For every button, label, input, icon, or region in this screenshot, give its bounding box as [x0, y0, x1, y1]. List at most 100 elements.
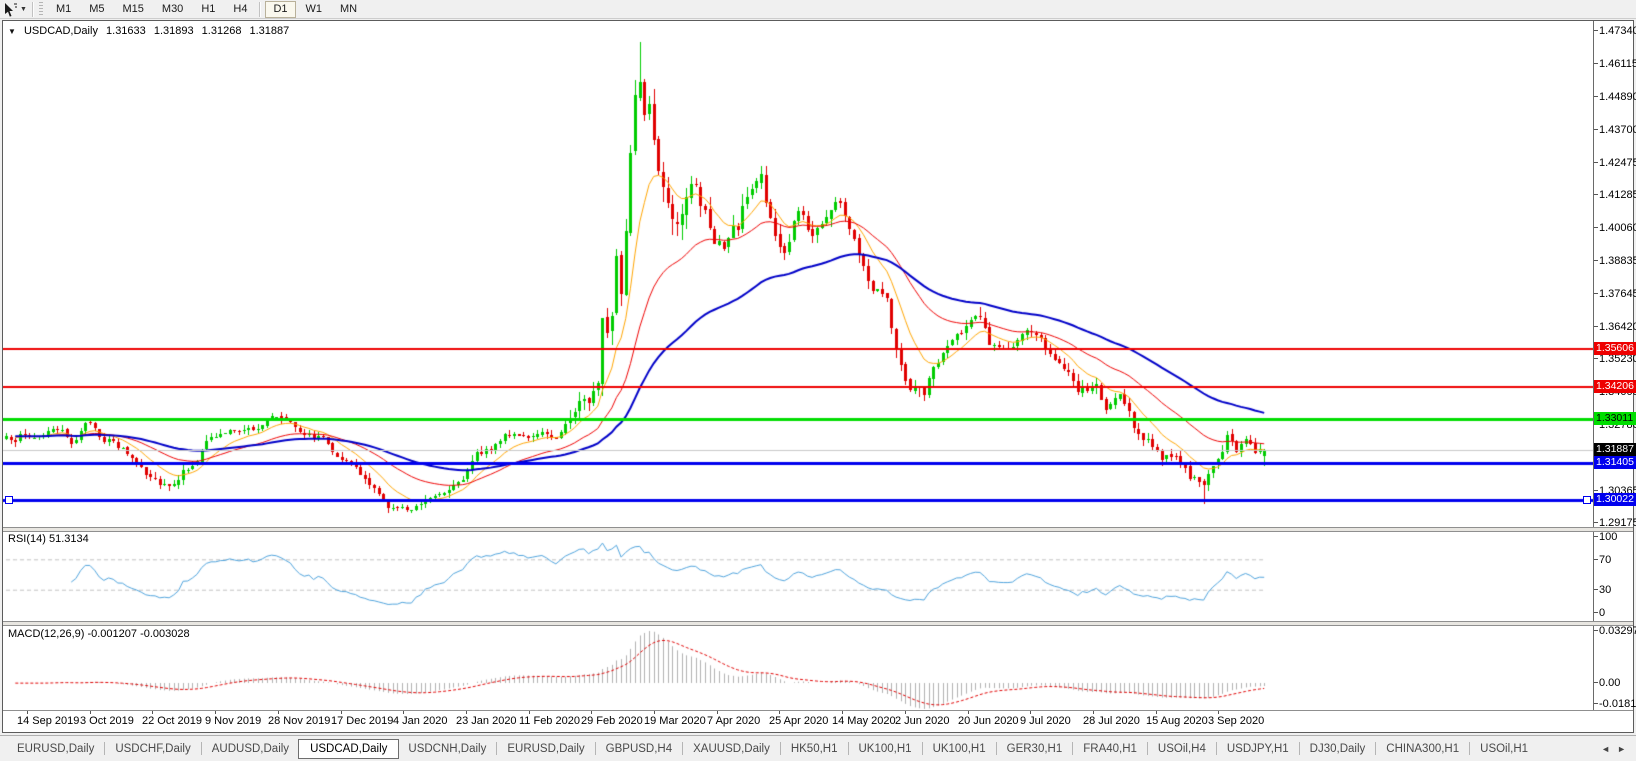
date-axis-label[interactable]: 7 Apr 2020	[707, 715, 760, 727]
tab-divider	[996, 742, 997, 755]
price-axis-label: 1.40060	[1599, 222, 1636, 234]
tab-divider	[922, 742, 923, 755]
timeframe-m30[interactable]: M30	[154, 1, 191, 18]
symbol-tab-gbpusd-h4[interactable]: GBPUSD,H4	[597, 740, 681, 758]
tab-divider	[1375, 742, 1376, 755]
price-axis-line	[1593, 21, 1594, 710]
date-axis-label[interactable]: 28 Nov 2019	[268, 715, 330, 727]
symbol-tab-audusd-daily[interactable]: AUDUSD,Daily	[203, 740, 298, 758]
date-axis-label[interactable]: 9 Jul 2020	[1020, 715, 1071, 727]
rsi-panel-separator[interactable]	[3, 527, 1633, 532]
timeframe-m5[interactable]: M5	[81, 1, 112, 18]
timeframe-mn[interactable]: MN	[332, 1, 365, 18]
tab-scroll-left-icon[interactable]: ◄	[1601, 744, 1610, 754]
date-axis-label[interactable]: 15 Aug 2020	[1146, 715, 1208, 727]
timeframe-m1[interactable]: M1	[48, 1, 79, 18]
drawing-tool-button[interactable]: ▼	[1, 2, 29, 17]
timeframe-button-group: M1M5M15M30H1H4 D1W1MN	[47, 1, 366, 18]
symbol-tab-usdjpy-h1[interactable]: USDJPY,H1	[1218, 740, 1298, 758]
hline-endpoint-handle[interactable]	[5, 496, 13, 504]
symbol-tab-eurusd-daily[interactable]: EURUSD,Daily	[8, 740, 103, 758]
date-axis-label[interactable]: 22 Oct 2019	[142, 715, 202, 727]
price-axis-label: 1.37645	[1599, 288, 1636, 300]
date-axis-label[interactable]: 3 Sep 2020	[1208, 715, 1264, 727]
symbol-tab-dj30-daily[interactable]: DJ30,Daily	[1301, 740, 1375, 758]
symbol-tab-xauusd-daily[interactable]: XAUUSD,Daily	[684, 740, 779, 758]
hline-endpoint-handle[interactable]	[1583, 496, 1591, 504]
price-tag-1-31887: 1.31887	[1594, 443, 1636, 456]
price-axis-label: 1.42475	[1599, 157, 1636, 169]
timeframe-h4[interactable]: H4	[225, 1, 255, 18]
date-axis-label[interactable]: 29 Feb 2020	[581, 715, 643, 727]
top-toolbar: ▼ M1M5M15M30H1H4 D1W1MN	[0, 0, 1636, 19]
ohlc-high: 1.31893	[154, 25, 194, 37]
price-axis-label: 1.41285	[1599, 189, 1636, 201]
tab-divider	[1147, 742, 1148, 755]
date-axis-label[interactable]: 28 Jul 2020	[1083, 715, 1140, 727]
date-axis-label[interactable]: 23 Jan 2020	[456, 715, 517, 727]
date-axis-label[interactable]: 3 Oct 2019	[80, 715, 134, 727]
date-axis-label[interactable]: 4 Jan 2020	[393, 715, 447, 727]
rsi-panel-title: RSI(14) 51.3134	[8, 533, 89, 545]
tab-divider	[848, 742, 849, 755]
timeframe-m15[interactable]: M15	[115, 1, 152, 18]
tab-divider	[1216, 742, 1217, 755]
rsi-axis-label: 0	[1599, 607, 1605, 619]
symbol-tab-ger30-h1[interactable]: GER30,H1	[998, 740, 1072, 758]
tab-scroll-arrows: ◄►	[1601, 744, 1636, 754]
toolbar-grip[interactable]	[39, 2, 43, 16]
tab-divider	[1469, 742, 1470, 755]
tab-divider	[595, 742, 596, 755]
price-chart-canvas[interactable]	[3, 21, 1593, 710]
symbol-tab-fra40-h1[interactable]: FRA40,H1	[1074, 740, 1146, 758]
macd-panel-separator[interactable]	[3, 621, 1633, 626]
symbol-tab-usdcnh-daily[interactable]: USDCNH,Daily	[399, 740, 495, 758]
symbol-tab-eurusd-daily[interactable]: EURUSD,Daily	[498, 740, 593, 758]
rsi-axis-label: 70	[1599, 554, 1611, 566]
tab-divider	[496, 742, 497, 755]
symbol-tab-usoil-h1[interactable]: USOil,H1	[1471, 740, 1537, 758]
symbol-tab-usoil-h4[interactable]: USOil,H4	[1149, 740, 1215, 758]
price-axis-label: 1.36420	[1599, 321, 1636, 333]
symbol-tab-uk100-h1[interactable]: UK100,H1	[850, 740, 921, 758]
cursor-tool-icon	[3, 2, 18, 17]
date-axis-label[interactable]: 20 Jun 2020	[958, 715, 1019, 727]
price-tag-1-30022: 1.30022	[1594, 493, 1636, 506]
tab-divider	[1299, 742, 1300, 755]
price-axis-label: 1.47340	[1599, 25, 1636, 37]
price-axis-label: 1.43700	[1599, 124, 1636, 136]
price-axis-label: 1.38835	[1599, 255, 1636, 267]
dropdown-arrow-icon[interactable]: ▼	[20, 6, 27, 13]
macd-axis-label: -0.01815	[1599, 698, 1636, 710]
rsi-axis-label: 30	[1599, 584, 1611, 596]
timeframe-h1[interactable]: H1	[193, 1, 223, 18]
timeframe-w1[interactable]: W1	[298, 1, 331, 18]
price-tag-1-31405: 1.31405	[1594, 456, 1636, 469]
symbol-tab-china300-h1[interactable]: CHINA300,H1	[1377, 740, 1468, 758]
tab-divider	[1072, 742, 1073, 755]
macd-axis-label: 0.032972	[1599, 625, 1636, 637]
tab-divider	[201, 742, 202, 755]
symbol-tab-usdchf-daily[interactable]: USDCHF,Daily	[106, 740, 199, 758]
date-axis-label[interactable]: 17 Dec 2019	[331, 715, 393, 727]
symbol-dropdown-icon[interactable]: ▼	[8, 27, 16, 36]
date-axis-label[interactable]: 2 Jun 2020	[895, 715, 949, 727]
ohlc-low: 1.31268	[202, 25, 242, 37]
date-axis-label[interactable]: 14 Sep 2019	[17, 715, 79, 727]
symbol-tab-hk50-h1[interactable]: HK50,H1	[782, 740, 847, 758]
symbol-tab-bar: EURUSD,DailyUSDCHF,DailyAUDUSD,DailyUSDC…	[0, 735, 1636, 761]
date-axis-label[interactable]: 25 Apr 2020	[769, 715, 828, 727]
timeframe-d1[interactable]: D1	[265, 1, 295, 18]
toolbar-separator	[32, 2, 34, 17]
symbol-tab-uk100-h1[interactable]: UK100,H1	[924, 740, 995, 758]
symbol-tab-usdcad-daily[interactable]: USDCAD,Daily	[298, 739, 399, 759]
price-axis-label: 1.46115	[1599, 58, 1636, 70]
ohlc-open: 1.31633	[106, 25, 146, 37]
price-axis-label: 1.44890	[1599, 91, 1636, 103]
date-axis-label[interactable]: 9 Nov 2019	[205, 715, 261, 727]
tab-scroll-right-icon[interactable]: ►	[1617, 744, 1626, 754]
date-axis-label[interactable]: 14 May 2020	[832, 715, 896, 727]
toolbar-separator	[259, 2, 261, 17]
date-axis-label[interactable]: 11 Feb 2020	[519, 715, 580, 727]
date-axis-label[interactable]: 19 Mar 2020	[644, 715, 706, 727]
